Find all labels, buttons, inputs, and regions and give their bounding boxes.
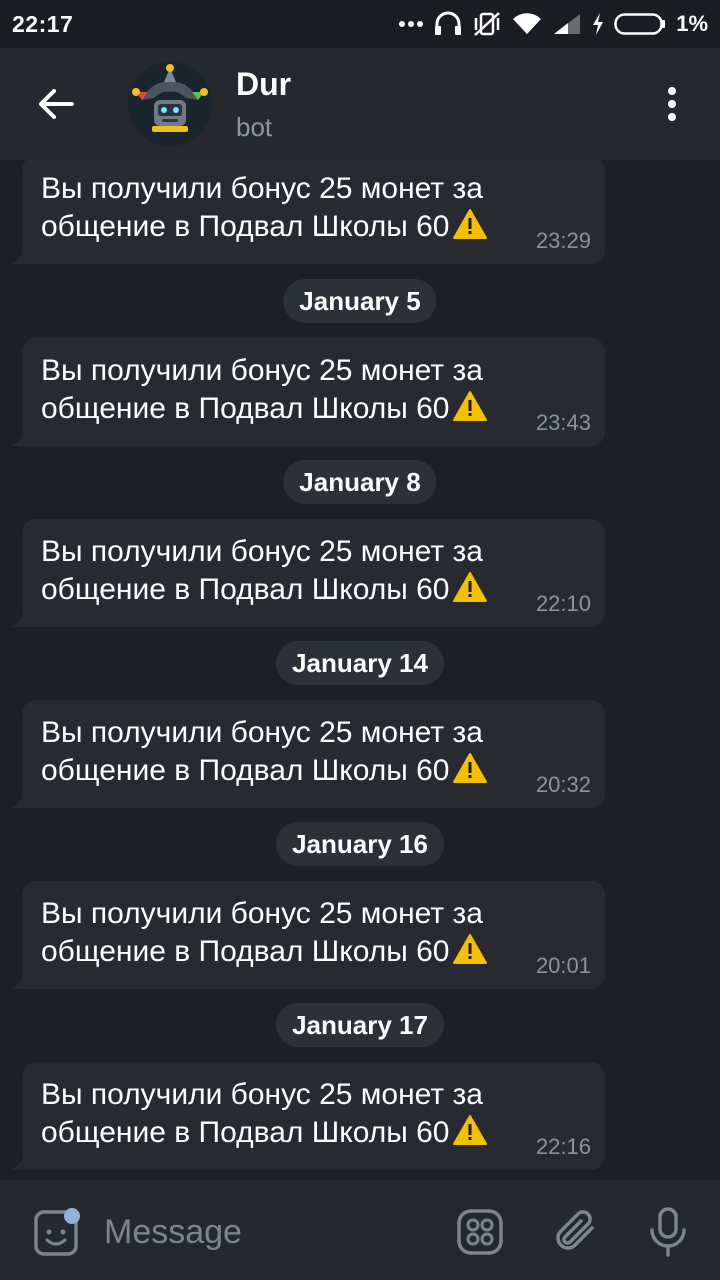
jester-robot-icon bbox=[128, 62, 212, 146]
message-time: 23:29 bbox=[535, 228, 591, 253]
bubble-tail bbox=[10, 426, 34, 446]
microphone-icon bbox=[650, 1207, 686, 1257]
message-bubble[interactable]: Вы получили бонус 25 монет за общение в … bbox=[10, 881, 605, 989]
attach-button[interactable] bbox=[548, 1204, 604, 1260]
message-text: Вы получили бонус 25 монет за общение в … bbox=[41, 714, 531, 790]
warning-emoji-icon bbox=[452, 209, 487, 239]
message-bubble[interactable]: Вы получили бонус 25 монет за общение в … bbox=[10, 700, 605, 808]
date-separator: January 5 bbox=[283, 279, 437, 323]
message-bubble[interactable]: Вы получили бонус 25 монет за общение в … bbox=[10, 1062, 605, 1170]
arrow-left-icon bbox=[39, 89, 74, 119]
message-text: Вы получили бонус 25 монет за общение в … bbox=[41, 1076, 531, 1152]
chat-title: Dur bbox=[236, 66, 292, 102]
message-text: Вы получили бонус 25 монет за общение в … bbox=[41, 533, 531, 609]
message-bubble[interactable]: Вы получили бонус 25 монет за общение в … bbox=[10, 160, 605, 264]
chat-subtitle: bot bbox=[236, 112, 273, 142]
message-list[interactable]: Вы получили бонус 25 монет за общение в … bbox=[0, 160, 720, 1180]
message-text: Вы получили бонус 25 монет за общение в … bbox=[41, 352, 531, 428]
signal-icon bbox=[554, 14, 581, 34]
charging-icon bbox=[593, 13, 604, 35]
bubble-tail bbox=[10, 244, 34, 264]
warning-emoji-icon bbox=[452, 1115, 487, 1145]
date-separator: January 16 bbox=[276, 822, 444, 866]
bot-avatar[interactable] bbox=[128, 62, 212, 146]
warning-emoji-icon bbox=[452, 391, 487, 421]
message-bubble[interactable]: Вы получили бонус 25 монет за общение в … bbox=[10, 519, 605, 627]
message-composer bbox=[0, 1180, 720, 1280]
message-time: 22:16 bbox=[535, 1134, 591, 1159]
bot-commands-button[interactable] bbox=[452, 1204, 508, 1260]
message-time: 23:43 bbox=[535, 410, 591, 435]
date-separator: January 17 bbox=[276, 1003, 444, 1047]
date-separator: January 8 bbox=[283, 460, 437, 504]
wifi-icon bbox=[513, 13, 542, 35]
kebab-menu-icon bbox=[668, 87, 676, 121]
message-bubble[interactable]: Вы получили бонус 25 монет за общение в … bbox=[10, 338, 605, 446]
warning-emoji-icon bbox=[452, 572, 487, 602]
vibrate-off-icon bbox=[474, 12, 501, 36]
battery-percent: 1% bbox=[676, 11, 708, 36]
bubble-tail bbox=[10, 1150, 34, 1170]
status-bar: 22:17 1% bbox=[0, 0, 720, 48]
message-text: Вы получили бонус 25 монет за общение в … bbox=[41, 895, 531, 971]
warning-emoji-icon bbox=[452, 753, 487, 783]
paperclip-icon bbox=[556, 1210, 594, 1250]
status-time: 22:17 bbox=[12, 10, 74, 37]
commands-grid-icon bbox=[457, 1209, 503, 1255]
message-input[interactable] bbox=[104, 1208, 424, 1256]
date-separator: January 14 bbox=[276, 641, 444, 685]
bubble-tail bbox=[10, 969, 34, 989]
headphones-icon bbox=[435, 11, 462, 35]
bubble-tail bbox=[10, 788, 34, 808]
message-text: Вы получили бонус 25 монет за общение в … bbox=[41, 170, 531, 246]
message-time: 20:01 bbox=[535, 953, 591, 978]
message-time: 20:32 bbox=[535, 772, 591, 797]
sticker-icon bbox=[34, 1208, 80, 1256]
battery-icon bbox=[614, 13, 666, 35]
chat-header: Dur bot bbox=[0, 48, 720, 160]
back-button[interactable] bbox=[30, 78, 82, 130]
voice-message-button[interactable] bbox=[640, 1204, 696, 1260]
warning-emoji-icon bbox=[452, 934, 487, 964]
more-notifications-icon bbox=[399, 21, 424, 27]
message-time: 22:10 bbox=[535, 591, 591, 616]
bubble-tail bbox=[10, 607, 34, 627]
sticker-button[interactable] bbox=[28, 1206, 84, 1262]
more-options-button[interactable] bbox=[650, 80, 694, 128]
